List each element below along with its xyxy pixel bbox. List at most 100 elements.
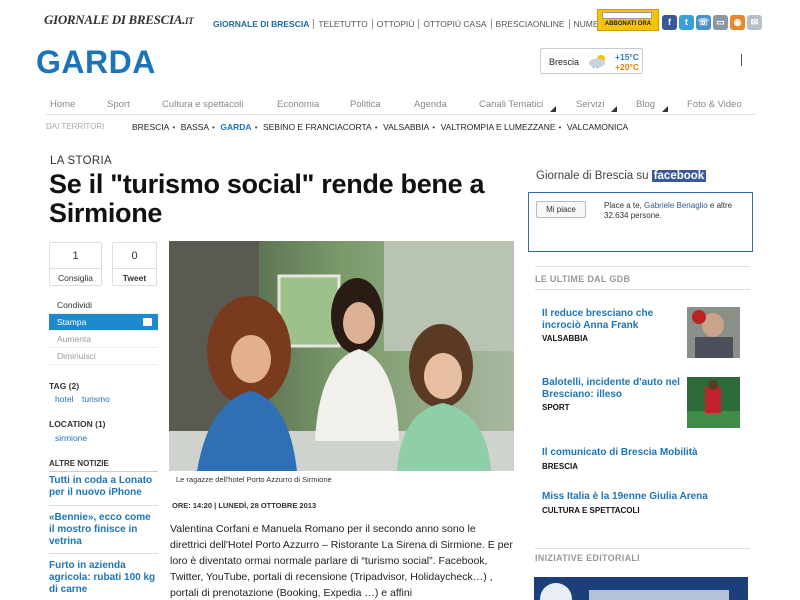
like-label: Consiglia	[58, 273, 93, 283]
latest-news-3-category: BRESCIA	[542, 462, 579, 471]
print-button[interactable]: Stampa	[49, 314, 158, 331]
fb-user-name[interactable]: Gabriele Benaglio	[644, 201, 708, 210]
tag-turismo[interactable]: turismo	[82, 394, 110, 404]
iniziative-heading: INIZIATIVE EDITORIALI	[535, 553, 640, 563]
altre-notizie-heading: ALTRE NOTIZIE	[49, 459, 158, 472]
territory-bassa[interactable]: BASSA	[181, 122, 209, 132]
territory-sebino[interactable]: SEBINO E FRANCIACORTA	[263, 122, 372, 132]
print-label: Stampa	[57, 317, 87, 327]
nav-cultura[interactable]: Cultura e spettacoli	[162, 99, 243, 110]
facebook-box-prefix: Giornale di Brescia su	[536, 170, 649, 182]
territory-valsabbia[interactable]: VALSABBIA	[383, 122, 429, 132]
newspaper-thumb-icon	[602, 12, 652, 19]
article-time: ORE: 14:20	[172, 501, 213, 510]
article-body: Valentina Corfani e Manuela Romano per i…	[170, 523, 513, 599]
nav-sport[interactable]: Sport	[107, 99, 130, 110]
territory-garda[interactable]: GARDA	[220, 122, 251, 132]
top-nav-ottopiu[interactable]: OTTOPIÙ	[373, 19, 420, 29]
territory-valtrompia[interactable]: VALTROMPIA E LUMEZZANE	[441, 122, 556, 132]
facebook-brand: facebook	[651, 170, 707, 182]
related-news-1[interactable]: Tutti in coda a Lonato per il nuovo iPho…	[49, 475, 159, 499]
facebook-icon[interactable]: f	[662, 15, 677, 30]
iniziative-divider	[535, 548, 750, 549]
nav-agenda[interactable]: Agenda	[414, 99, 447, 110]
latest-news-1-thumb[interactable]	[687, 307, 740, 358]
article-dateline: ORE: 14:20 | LUNEDÌ, 28 OTTOBRE 2013	[172, 501, 317, 510]
nav-servizi[interactable]: Servizi	[576, 99, 605, 110]
blog-dropdown-icon[interactable]	[662, 106, 668, 112]
tablet-icon[interactable]: ▭	[713, 15, 728, 30]
section-title: GARDA	[36, 44, 156, 80]
top-nav-giornale[interactable]: GIORNALE DI BRESCIA	[213, 19, 315, 29]
latest-news-1-title[interactable]: Il reduce bresciano che incrociò Anna Fr…	[542, 308, 672, 332]
top-nav-ottopiu-casa[interactable]: OTTOPIÙ CASA	[419, 19, 492, 29]
fb-like-text: Place a te, Gabriele Benaglio e altre 32…	[604, 201, 744, 221]
twitter-icon[interactable]: t	[679, 15, 694, 30]
printer-icon	[143, 318, 152, 326]
iniziative-banner[interactable]	[534, 577, 748, 600]
nav-divider	[46, 114, 756, 115]
site-logo[interactable]: GIORNALE DI BRESCIA.it	[44, 12, 194, 28]
article-photo[interactable]	[169, 241, 514, 471]
top-network-nav: GIORNALE DI BRESCIA TELETUTTO OTTOPIÙ OT…	[213, 19, 623, 29]
header-divider	[741, 54, 742, 66]
latest-news-3-title[interactable]: Il comunicato di Brescia Mobilità	[542, 447, 712, 459]
territory-brescia[interactable]: BRESCIA	[132, 122, 169, 132]
top-nav-bresciaonline[interactable]: BRESCIAONLINE	[492, 19, 570, 29]
article-date: LUNEDÌ, 28 OTTOBRE 2013	[218, 501, 317, 510]
canali-dropdown-icon[interactable]	[550, 106, 556, 112]
nav-politica[interactable]: Politica	[350, 99, 381, 110]
related-news-3[interactable]: Furto in azienda agricola: rubati 100 kg…	[49, 560, 159, 596]
like-count: 1	[50, 243, 101, 269]
subscribe-button[interactable]: ABBONATI ORA	[597, 9, 659, 31]
weather-temp-min: +15°C	[615, 52, 639, 62]
location-sirmione[interactable]: sirmione	[55, 433, 87, 443]
latest-news-4-category: CULTURA E SPETTACOLI	[542, 506, 640, 515]
subnav-label: DAI TERRITORI	[46, 122, 105, 131]
weather-widget[interactable]: Brescia +15°C +20°C	[540, 48, 643, 74]
tweet-button[interactable]: 0 Tweet	[112, 242, 157, 286]
news-divider	[49, 553, 158, 554]
latest-news-2-title[interactable]: Balotelli, incidente d'auto nel Brescian…	[542, 377, 687, 401]
article-tools: Condividi Stampa Aumenta Diminuisci	[49, 297, 158, 365]
latest-news-2-thumb[interactable]	[687, 377, 740, 428]
top-nav-teletutto[interactable]: TELETUTTO	[314, 19, 373, 29]
nav-canali-tematici[interactable]: Canali Tematici	[479, 99, 543, 110]
ultime-divider	[535, 289, 750, 290]
ultime-heading: LE ULTIME DAL GDB	[535, 274, 631, 284]
rss-icon[interactable]: ◉	[730, 15, 745, 30]
nav-economia[interactable]: Economia	[277, 99, 319, 110]
territory-nav: BRESCIA • BASSA • GARDA • SEBINO E FRANCIAC…	[132, 122, 629, 132]
latest-news-1-category: VALSABBIA	[542, 334, 589, 343]
servizi-dropdown-icon[interactable]	[611, 106, 617, 112]
facebook-like-button[interactable]: 1 Consiglia	[49, 242, 102, 286]
tweet-label: Tweet	[122, 273, 147, 283]
tag-hotel[interactable]: hotel	[55, 394, 73, 404]
photo-caption: Le ragazze dell'hotel Porto Azzurro di S…	[176, 475, 332, 484]
font-decrease-button[interactable]: Diminuisci	[49, 348, 158, 365]
fb-text-prefix: Place a te,	[604, 201, 642, 210]
ultime-divider	[535, 266, 750, 267]
news-divider	[49, 505, 158, 506]
nav-foto-video[interactable]: Foto & Video	[687, 99, 742, 110]
phone-icon[interactable]: ☏	[696, 15, 711, 30]
latest-news-4-title[interactable]: Miss Italia è la 19enne Giulia Arena	[542, 491, 742, 503]
article-kicker: LA STORIA	[50, 155, 112, 167]
nav-home[interactable]: Home	[50, 99, 75, 110]
cloud-sun-icon	[589, 55, 605, 68]
weather-temp-max: +20°C	[615, 62, 639, 72]
share-tool[interactable]: Condividi	[49, 297, 158, 314]
weather-city: Brescia	[549, 57, 580, 67]
tags-heading: TAG (2)	[49, 381, 80, 391]
fb-like-page-button[interactable]: Mi piace	[536, 201, 586, 218]
location-heading: LOCATION (1)	[49, 419, 106, 429]
related-news-2[interactable]: «Bennie», ecco come il mostro finisce in…	[49, 512, 159, 548]
nav-blog[interactable]: Blog	[636, 99, 655, 110]
subscribe-label: ABBONATI ORA	[604, 21, 652, 27]
tweet-count: 0	[113, 243, 156, 269]
font-increase-button[interactable]: Aumenta	[49, 331, 158, 348]
territory-valcamonica[interactable]: VALCAMONICA	[567, 122, 628, 132]
facebook-box-title: Giornale di Brescia su facebook	[536, 170, 707, 182]
latest-news-2-category: SPORT	[542, 403, 570, 412]
mail-icon[interactable]: ✉	[747, 15, 762, 30]
